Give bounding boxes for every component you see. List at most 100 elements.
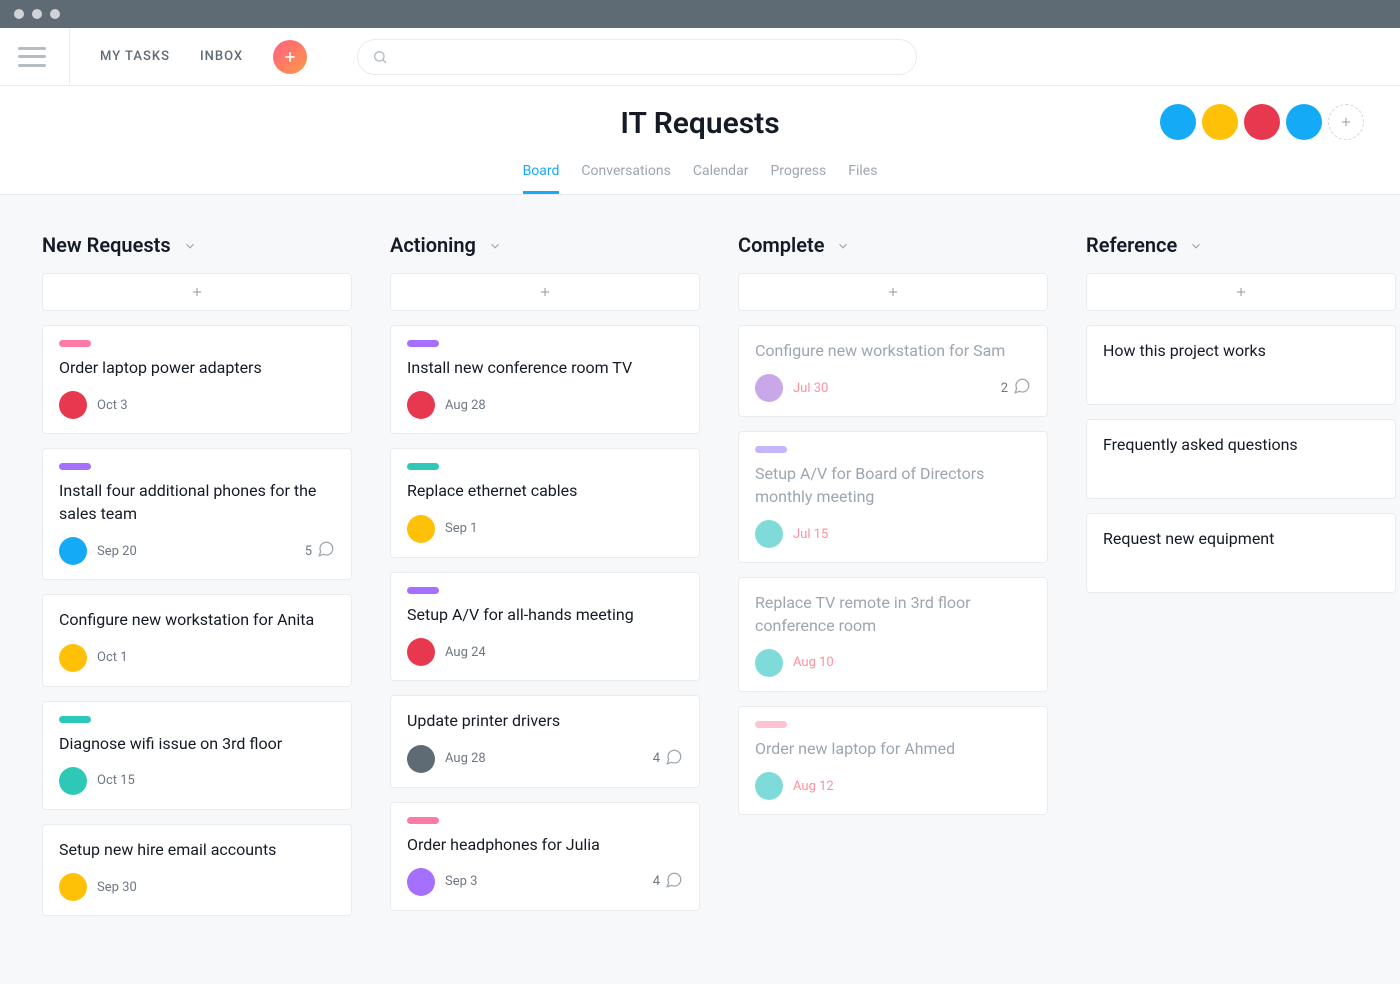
window-maximize-dot[interactable] (50, 9, 60, 19)
avatar[interactable] (1244, 104, 1280, 140)
assignee-avatar[interactable] (755, 772, 783, 800)
assignee-avatar[interactable] (407, 515, 435, 543)
card-title: Setup A/V for Board of Directors monthly… (755, 463, 1031, 508)
task-card[interactable]: Order laptop power adaptersOct 3 (42, 325, 352, 434)
assignee-avatar[interactable] (755, 520, 783, 548)
card-footer: Aug 284 (407, 745, 683, 773)
tab-conversations[interactable]: Conversations (581, 163, 670, 194)
task-card[interactable]: Setup A/V for Board of Directors monthly… (738, 431, 1048, 563)
card-title: Request new equipment (1103, 528, 1379, 550)
assignee-avatar[interactable] (755, 374, 783, 402)
tab-files[interactable]: Files (848, 163, 877, 194)
task-card[interactable]: How this project works (1086, 325, 1396, 405)
card-tag (407, 587, 439, 594)
add-card-button[interactable] (390, 273, 700, 311)
card-footer: Aug 28 (407, 391, 683, 419)
search-input[interactable] (396, 49, 902, 65)
plus-icon (190, 285, 204, 299)
search-bar[interactable] (357, 39, 917, 75)
card-title: Configure new workstation for Sam (755, 340, 1031, 362)
task-card[interactable]: Install four additional phones for the s… (42, 448, 352, 580)
task-card[interactable]: Frequently asked questions (1086, 419, 1396, 499)
avatar[interactable] (1286, 104, 1322, 140)
tab-board[interactable]: Board (523, 163, 560, 194)
task-card[interactable]: Setup A/V for all-hands meeting Aug 24 (390, 572, 700, 681)
board-column: Complete Configure new workstation for Sa… (738, 233, 1048, 930)
due-date: Aug 28 (445, 398, 486, 413)
card-footer: Sep 1 (407, 515, 683, 543)
assignee-avatar[interactable] (59, 873, 87, 901)
add-member-button[interactable] (1328, 104, 1364, 140)
column-header[interactable]: Actioning (390, 233, 700, 257)
task-card[interactable]: Configure new workstation for SamJul 302 (738, 325, 1048, 417)
task-card[interactable]: Replace ethernet cablesSep 1 (390, 448, 700, 557)
task-card[interactable]: Order headphones for JuliaSep 34 (390, 802, 700, 911)
window-close-dot[interactable] (14, 9, 24, 19)
card-title: Diagnose wifi issue on 3rd floor (59, 733, 335, 755)
assignee-avatar[interactable] (407, 745, 435, 773)
chevron-down-icon[interactable] (488, 238, 502, 252)
comment-count[interactable]: 5 (305, 540, 335, 562)
task-card[interactable]: Request new equipment (1086, 513, 1396, 593)
task-card[interactable]: Setup new hire email accountsSep 30 (42, 824, 352, 916)
divider (69, 28, 70, 86)
due-date: Sep 3 (445, 874, 477, 889)
card-title: Install new conference room TV (407, 357, 683, 379)
task-card[interactable]: Configure new workstation for Anita Oct 1 (42, 594, 352, 686)
assignee-avatar[interactable] (407, 638, 435, 666)
task-card[interactable]: Replace TV remote in 3rd floor conferenc… (738, 577, 1048, 692)
task-card[interactable]: Order new laptop for AhmedAug 12 (738, 706, 1048, 815)
comment-icon (317, 540, 335, 562)
card-title: Configure new workstation for Anita (59, 609, 335, 631)
column-title: New Requests (42, 233, 171, 257)
assignee-avatar[interactable] (59, 537, 87, 565)
comment-count[interactable]: 4 (653, 748, 683, 770)
assignee-avatar[interactable] (59, 644, 87, 672)
chevron-down-icon[interactable] (183, 238, 197, 252)
assignee-avatar[interactable] (59, 767, 87, 795)
add-card-button[interactable] (42, 273, 352, 311)
due-date: Aug 12 (793, 779, 834, 794)
task-card[interactable]: Install new conference room TV Aug 28 (390, 325, 700, 434)
avatar[interactable] (1160, 104, 1196, 140)
comment-count[interactable]: 4 (653, 871, 683, 893)
tab-progress[interactable]: Progress (770, 163, 826, 194)
assignee-avatar[interactable] (755, 649, 783, 677)
add-card-button[interactable] (738, 273, 1048, 311)
plus-icon (886, 285, 900, 299)
add-card-button[interactable] (1086, 273, 1396, 311)
column-header[interactable]: Complete (738, 233, 1048, 257)
quick-add-button[interactable] (273, 40, 307, 74)
card-tag (755, 446, 787, 453)
project-members (1160, 104, 1364, 140)
avatar[interactable] (1202, 104, 1238, 140)
assignee-avatar[interactable] (59, 391, 87, 419)
window-minimize-dot[interactable] (32, 9, 42, 19)
due-date: Aug 24 (445, 645, 486, 660)
column-title: Reference (1086, 233, 1177, 257)
menu-icon[interactable] (18, 47, 46, 67)
task-card[interactable]: Update printer driversAug 284 (390, 695, 700, 787)
card-tag (407, 817, 439, 824)
nav-inbox[interactable]: INBOX (200, 49, 243, 64)
card-title: Setup A/V for all-hands meeting (407, 604, 683, 626)
card-footer: Sep 3 4 (407, 868, 683, 896)
tab-calendar[interactable]: Calendar (693, 163, 749, 194)
assignee-avatar[interactable] (407, 391, 435, 419)
chevron-down-icon[interactable] (836, 238, 850, 252)
task-card[interactable]: Diagnose wifi issue on 3rd floorOct 15 (42, 701, 352, 810)
chevron-down-icon[interactable] (1189, 238, 1203, 252)
plus-icon (538, 285, 552, 299)
due-date: Sep 1 (445, 521, 477, 536)
search-icon (372, 49, 388, 65)
nav-my-tasks[interactable]: MY TASKS (100, 49, 170, 64)
column-header[interactable]: New Requests (42, 233, 352, 257)
assignee-avatar[interactable] (407, 868, 435, 896)
comment-count[interactable]: 2 (1001, 377, 1031, 399)
board-column: Reference How this project works Frequentl… (1086, 233, 1396, 930)
due-date: Oct 1 (97, 650, 128, 665)
top-navigation: MY TASKS INBOX (0, 28, 1400, 86)
column-header[interactable]: Reference (1086, 233, 1396, 257)
card-tag (407, 463, 439, 470)
card-title: Replace TV remote in 3rd floor conferenc… (755, 592, 1031, 637)
